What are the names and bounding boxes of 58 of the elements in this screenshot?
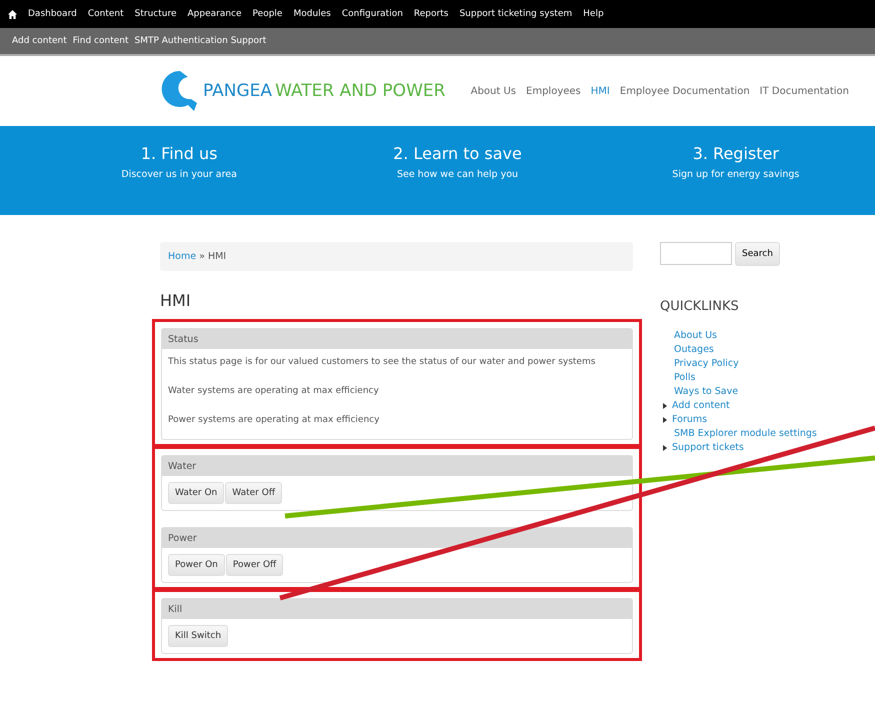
search-field[interactable] xyxy=(660,242,732,265)
quicklink[interactable]: Outages xyxy=(674,344,714,355)
quicklink[interactable]: Polls xyxy=(674,372,696,383)
quicklink[interactable]: SMB Explorer module settings xyxy=(674,428,817,439)
nav-link[interactable]: HMI xyxy=(590,86,610,96)
toolbar-link[interactable]: Help xyxy=(583,9,604,19)
nav-link[interactable]: Employees xyxy=(526,86,581,96)
toolbar-link[interactable]: Support ticketing system xyxy=(459,9,572,19)
quicklink[interactable]: Support tickets xyxy=(672,442,744,453)
sidebar-heading: QUICKLINKS xyxy=(660,299,740,314)
hero-subtitle: Sign up for energy savings xyxy=(672,169,800,180)
toolbar-link[interactable]: Appearance xyxy=(188,9,242,19)
nav-link[interactable]: Employee Documentation xyxy=(620,86,750,96)
panel-header: Water xyxy=(162,456,632,476)
shortcut-link[interactable]: Add content xyxy=(12,36,67,46)
toolbar-link[interactable]: People xyxy=(252,9,282,19)
panel-header: Power xyxy=(162,528,632,548)
logo-name: PANGEA xyxy=(203,81,272,101)
bullet-icon xyxy=(663,416,667,422)
quicklink[interactable]: Ways to Save xyxy=(674,386,738,397)
nav-link[interactable]: IT Documentation xyxy=(760,86,849,96)
logo-tagline: WATER AND POWER xyxy=(275,81,446,101)
quicklink[interactable]: Privacy Policy xyxy=(674,358,739,369)
breadcrumb-text: » HMI xyxy=(198,251,226,262)
toolbar-link[interactable]: Content xyxy=(88,9,124,19)
quicklink[interactable]: About Us xyxy=(674,330,718,341)
search-button[interactable]: Search xyxy=(735,242,780,266)
status-text: Water systems are operating at max efficiency xyxy=(168,386,380,396)
status-text: This status page is for our valued customers to see the status of our water and power systems xyxy=(168,357,596,367)
control-button[interactable]: Kill Switch xyxy=(168,625,228,647)
toolbar-link[interactable]: Reports xyxy=(414,9,448,19)
logo-icon xyxy=(160,69,200,113)
hero-title: 2. Learn to save xyxy=(393,144,522,163)
toolbar-link[interactable]: Structure xyxy=(134,9,176,19)
control-button[interactable]: Water Off xyxy=(225,482,282,504)
hero-title: 3. Register xyxy=(692,144,779,163)
hero-subtitle: See how we can help you xyxy=(396,169,518,180)
toolbar-link[interactable]: Modules xyxy=(293,9,331,19)
control-button[interactable]: Water On xyxy=(168,482,224,504)
nav-link[interactable]: About Us xyxy=(470,86,516,96)
shortcut-link[interactable]: Find content xyxy=(72,36,129,46)
bullet-icon xyxy=(663,444,667,450)
panel-header: Status xyxy=(162,329,632,349)
bullet-icon xyxy=(663,402,667,408)
quicklink[interactable]: Add content xyxy=(672,400,730,411)
status-text: Power systems are operating at max efficiency xyxy=(168,415,380,425)
breadcrumb-link[interactable]: Home xyxy=(168,251,196,262)
control-button[interactable]: Power Off xyxy=(226,554,284,576)
control-button[interactable]: Power On xyxy=(168,554,225,576)
shortcut-link[interactable]: SMTP Authentication Support xyxy=(134,36,266,46)
home-icon[interactable] xyxy=(8,10,17,18)
toolbar-link[interactable]: Dashboard xyxy=(28,9,77,19)
panel-header: Kill xyxy=(162,599,632,619)
hero-title: 1. Find us xyxy=(140,144,218,163)
hero-subtitle: Discover us in your area xyxy=(121,169,237,180)
page-title: HMI xyxy=(160,291,192,310)
toolbar-link[interactable]: Configuration xyxy=(342,9,403,19)
quicklink[interactable]: Forums xyxy=(672,414,708,425)
